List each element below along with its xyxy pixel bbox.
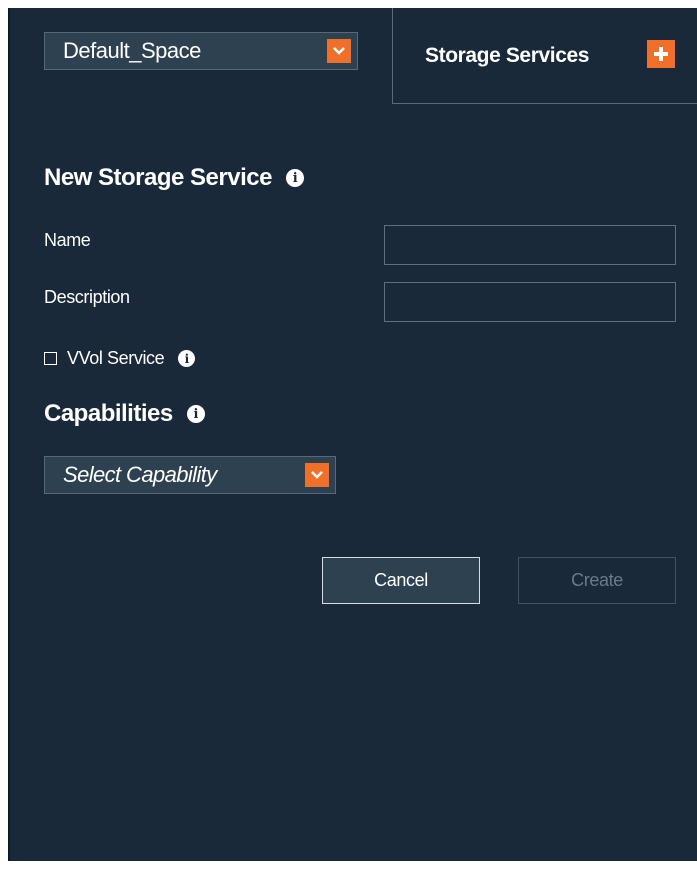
top-bar: Default_Space Storage Services bbox=[10, 8, 697, 104]
name-input[interactable] bbox=[384, 225, 676, 265]
capability-select[interactable]: Select Capability bbox=[44, 456, 336, 494]
info-icon[interactable]: i bbox=[285, 169, 304, 187]
vvol-service-row: VVol Service i bbox=[44, 348, 196, 369]
info-icon[interactable]: i bbox=[186, 405, 205, 423]
chevron-down-icon[interactable] bbox=[327, 39, 351, 63]
vvol-service-label: VVol Service bbox=[67, 348, 165, 368]
name-label: Name bbox=[44, 230, 91, 250]
capability-select-value: Select Capability bbox=[63, 462, 217, 487]
space-select-value: Default_Space bbox=[63, 38, 201, 63]
vvol-service-checkbox[interactable] bbox=[44, 352, 57, 365]
form-title-text: New Storage Service bbox=[44, 164, 272, 191]
new-storage-service-panel: Default_Space Storage Services New Stora… bbox=[8, 8, 697, 861]
description-label: Description bbox=[44, 287, 130, 307]
tab-storage-services[interactable]: Storage Services bbox=[392, 8, 697, 104]
capabilities-title: Capabilities i bbox=[44, 400, 205, 428]
create-button[interactable]: Create bbox=[518, 557, 676, 604]
capabilities-title-text: Capabilities bbox=[44, 400, 173, 427]
cancel-button[interactable]: Cancel bbox=[322, 557, 480, 604]
form-title: New Storage Service i bbox=[44, 164, 304, 192]
info-icon[interactable]: i bbox=[178, 350, 196, 367]
description-input[interactable] bbox=[384, 282, 676, 322]
space-select[interactable]: Default_Space bbox=[44, 32, 358, 70]
plus-icon[interactable] bbox=[647, 40, 675, 68]
chevron-down-icon[interactable] bbox=[305, 463, 329, 487]
tab-storage-services-label: Storage Services bbox=[425, 43, 590, 67]
